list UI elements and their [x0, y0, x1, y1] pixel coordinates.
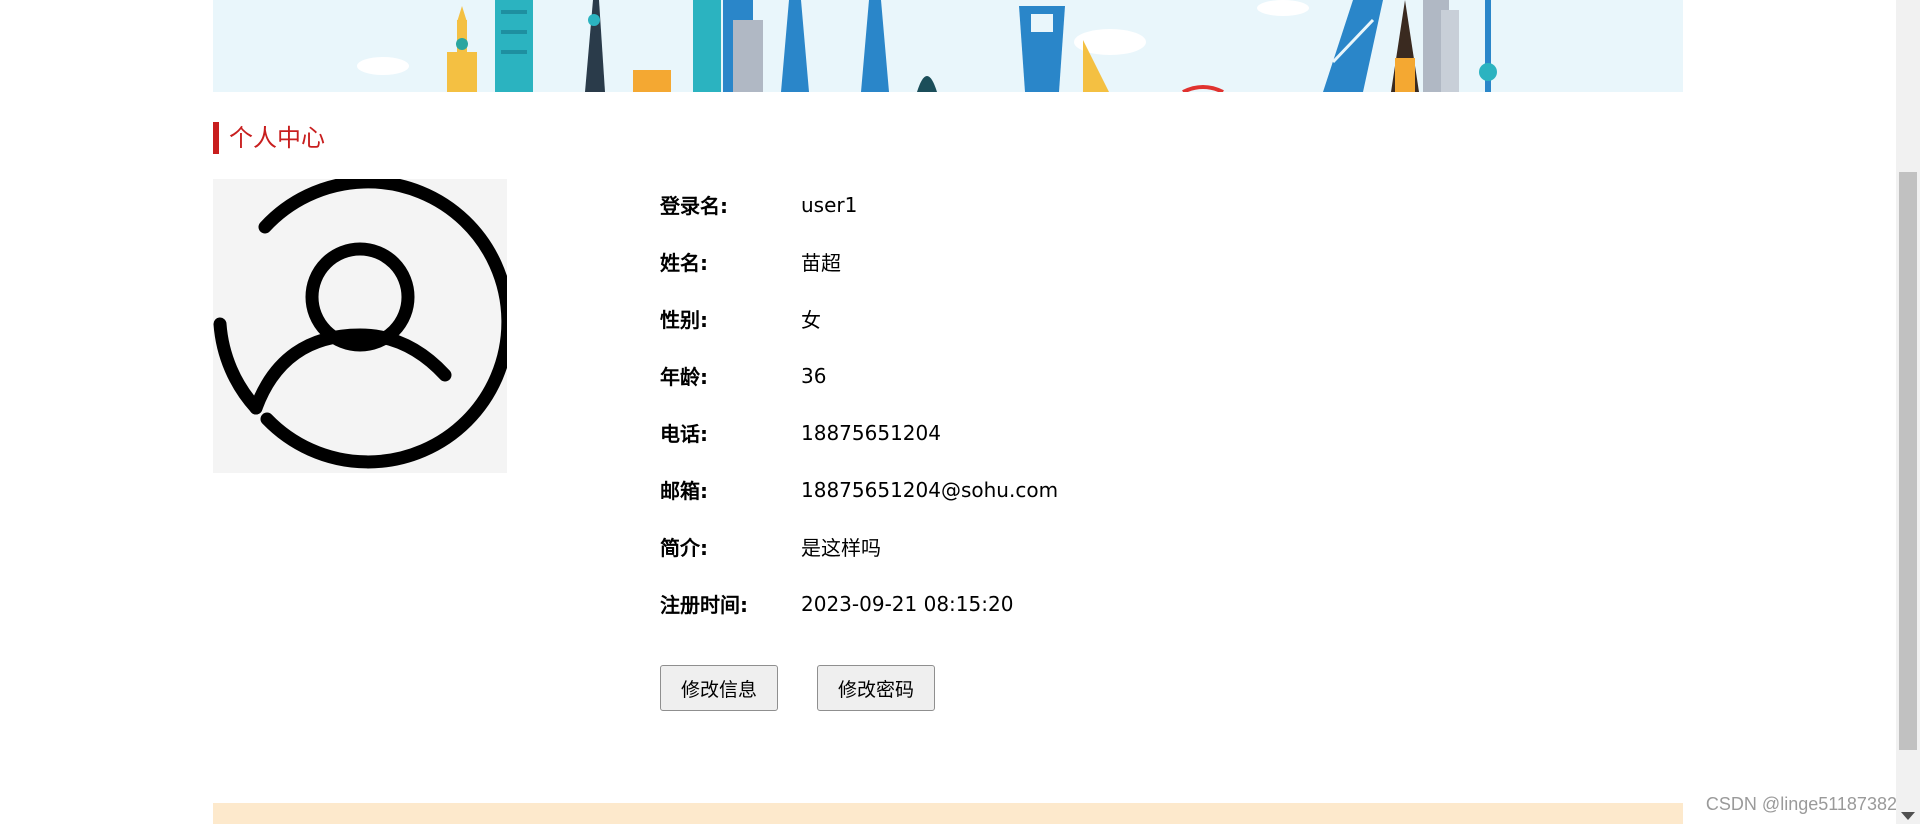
page-title: 个人中心: [229, 124, 325, 152]
edit-info-button[interactable]: 修改信息: [660, 665, 779, 711]
age-value: 36: [801, 363, 827, 388]
profile-row-email: 邮箱: 18875651204@sohu.com: [660, 461, 1058, 518]
csdn-watermark: CSDN @linge511873822: [1705, 794, 1907, 814]
phone-value: 18875651204: [801, 420, 941, 445]
change-password-button[interactable]: 修改密码: [817, 665, 936, 711]
gender-label: 性别:: [660, 308, 708, 332]
name-label: 姓名:: [660, 251, 708, 275]
email-label: 邮箱:: [660, 479, 708, 503]
user-circle-icon: [213, 179, 507, 469]
register-time-value: 2023-09-21 08:15:20: [801, 591, 1014, 616]
footer-strip: [213, 803, 1683, 824]
profile-row-name: 姓名: 苗超: [660, 233, 1058, 290]
skyline-banner: [213, 0, 1683, 92]
profile-row-age: 年龄: 36: [660, 347, 1058, 404]
profile-row-intro: 简介: 是这样吗: [660, 518, 1058, 575]
age-label: 年龄:: [660, 365, 708, 389]
section-heading: 个人中心: [213, 122, 325, 154]
login-name-label: 登录名:: [660, 194, 728, 218]
avatar: [213, 179, 507, 473]
name-value: 苗超: [801, 251, 841, 275]
register-time-label: 注册时间:: [660, 593, 748, 617]
gender-value: 女: [801, 308, 821, 332]
scrollbar-thumb[interactable]: [1899, 172, 1917, 750]
intro-value: 是这样吗: [801, 536, 881, 560]
scroll-down-arrow-icon[interactable]: [1901, 812, 1915, 820]
profile-row-phone: 电话: 18875651204: [660, 404, 1058, 461]
profile-row-login: 登录名: user1: [660, 176, 1058, 233]
login-name-value: user1: [801, 192, 858, 217]
intro-label: 简介:: [660, 536, 708, 560]
action-buttons: 修改信息 修改密码: [660, 665, 974, 711]
profile-row-gender: 性别: 女: [660, 290, 1058, 347]
profile-info: 登录名: user1 姓名: 苗超 性别: 女 年龄: 36 电话: 18875…: [660, 176, 1058, 632]
email-value: 18875651204@sohu.com: [801, 477, 1059, 502]
phone-label: 电话:: [660, 422, 708, 446]
title-accent-bar: [213, 122, 219, 154]
vertical-scrollbar[interactable]: [1896, 0, 1920, 824]
page: 个人中心 登录名: user1 姓名: 苗超 性别: 女 年龄: 36 电话:: [0, 0, 1920, 824]
profile-row-register-time: 注册时间: 2023-09-21 08:15:20: [660, 575, 1058, 632]
